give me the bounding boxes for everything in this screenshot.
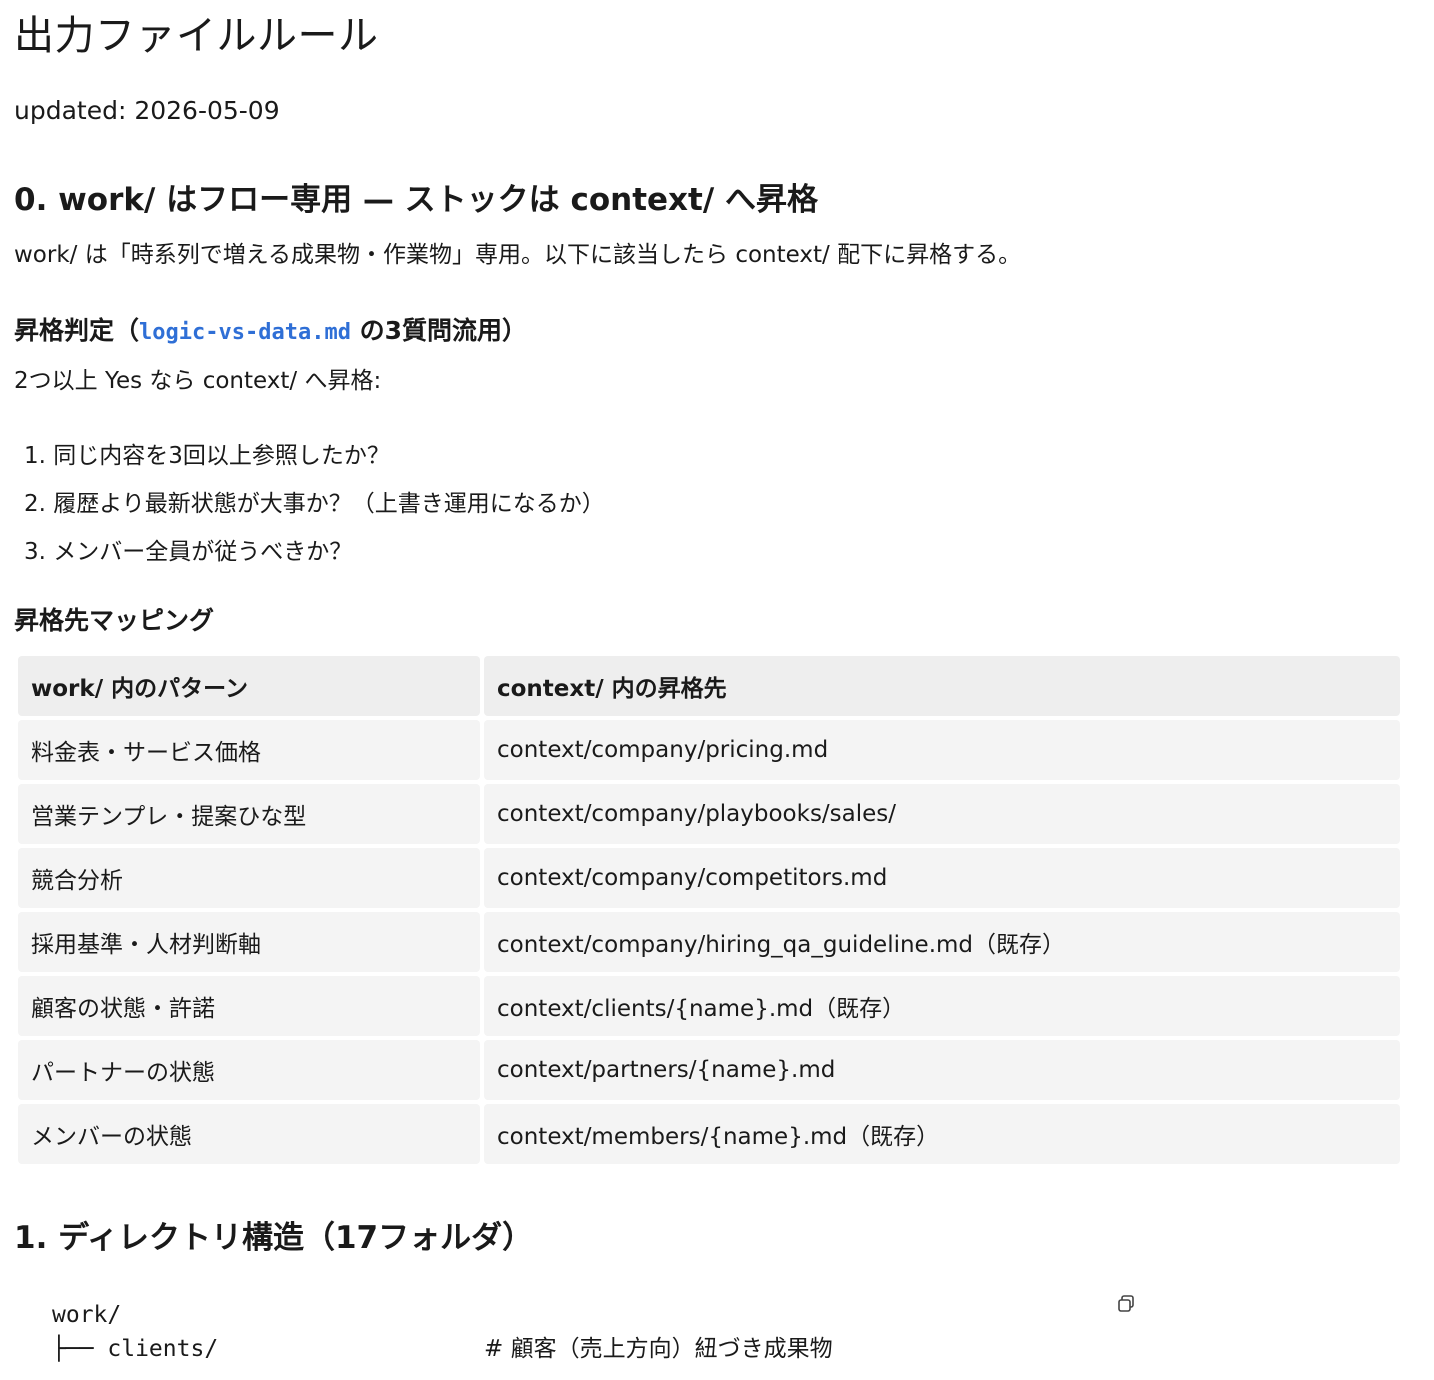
table-cell: 採用基準・人材判断軸 [18, 912, 480, 972]
section-0-heading: 0. work/ はフロー専用 — ストックは context/ へ昇格 [14, 182, 818, 218]
table-cell: context/members/{name}.md（既存） [484, 1104, 1400, 1164]
column-header-destination: context/ 内の昇格先 [484, 656, 1400, 716]
table-header-row: work/ 内のパターン context/ 内の昇格先 [18, 656, 1400, 716]
logic-vs-data-link[interactable]: logic-vs-data.md [139, 320, 351, 345]
table-row: 営業テンプレ・提案ひな型 context/company/playbooks/s… [18, 784, 1400, 844]
updated-date: updated: 2026-05-09 [14, 96, 280, 125]
section-1-heading: 1. ディレクトリ構造（17フォルダ） [14, 1220, 534, 1256]
copy-icon[interactable] [1116, 1294, 1136, 1314]
table-row: 料金表・サービス価格 context/company/pricing.md [18, 720, 1400, 780]
table-cell: 料金表・サービス価格 [18, 720, 480, 780]
table-cell: 競合分析 [18, 848, 480, 908]
question-list: 1. 同じ内容を3回以上参照したか？ 2. 履歴より最新状態が大事か？（上書き運… [14, 432, 605, 576]
table-cell: 顧客の状態・許諾 [18, 976, 480, 1036]
table-cell: context/clients/{name}.md（既存） [484, 976, 1400, 1036]
code-line: work/ [52, 1302, 122, 1328]
judge-heading-suffix: の3質問流用） [350, 316, 528, 345]
promotion-judge-heading: 昇格判定（logic-vs-data.md の3質問流用） [14, 314, 527, 350]
table-cell: メンバーの状態 [18, 1104, 480, 1164]
page-title: 出力ファイルルール [14, 13, 379, 59]
table-cell: context/company/hiring_qa_guideline.md（既… [484, 912, 1400, 972]
table-row: 顧客の状態・許諾 context/clients/{name}.md（既存） [18, 976, 1400, 1036]
mapping-heading: 昇格先マッピング [14, 606, 215, 635]
mapping-table: work/ 内のパターン context/ 内の昇格先 料金表・サービス価格 c… [14, 652, 1404, 1168]
table-cell: context/company/playbooks/sales/ [484, 784, 1400, 844]
code-comment: # 顧客（売上方向）紐づき成果物 [484, 1336, 833, 1362]
table-cell: context/company/pricing.md [484, 720, 1400, 780]
table-cell: 営業テンプレ・提案ひな型 [18, 784, 480, 844]
list-item: 3. メンバー全員が従うべきか？ [24, 539, 353, 565]
judge-heading-prefix: 昇格判定（ [14, 316, 140, 345]
table-row: 競合分析 context/company/competitors.md [18, 848, 1400, 908]
table-cell: パートナーの状態 [18, 1040, 480, 1100]
promotion-rule: 2つ以上 Yes なら context/ へ昇格: [14, 368, 382, 394]
table-row: 採用基準・人材判断軸 context/company/hiring_qa_gui… [18, 912, 1400, 972]
list-item: 1. 同じ内容を3回以上参照したか？ [24, 443, 390, 469]
code-line: ├── clients/ [52, 1332, 218, 1366]
table-cell: context/company/competitors.md [484, 848, 1400, 908]
column-header-pattern: work/ 内のパターン [18, 656, 480, 716]
list-item: 2. 履歴より最新状態が大事か？（上書き運用になるか） [24, 491, 605, 517]
table-row: メンバーの状態 context/members/{name}.md（既存） [18, 1104, 1400, 1164]
directory-code-block: work/ ├── clients/ # 顧客（売上方向）紐づき成果物 [14, 1280, 1144, 1380]
code-line-text: ├── clients/ [52, 1336, 219, 1362]
section-0-intro: work/ は「時系列で増える成果物・作業物」専用。以下に該当したら conte… [14, 242, 1022, 268]
table-row: パートナーの状態 context/partners/{name}.md [18, 1040, 1400, 1100]
table-cell: context/partners/{name}.md [484, 1040, 1400, 1100]
